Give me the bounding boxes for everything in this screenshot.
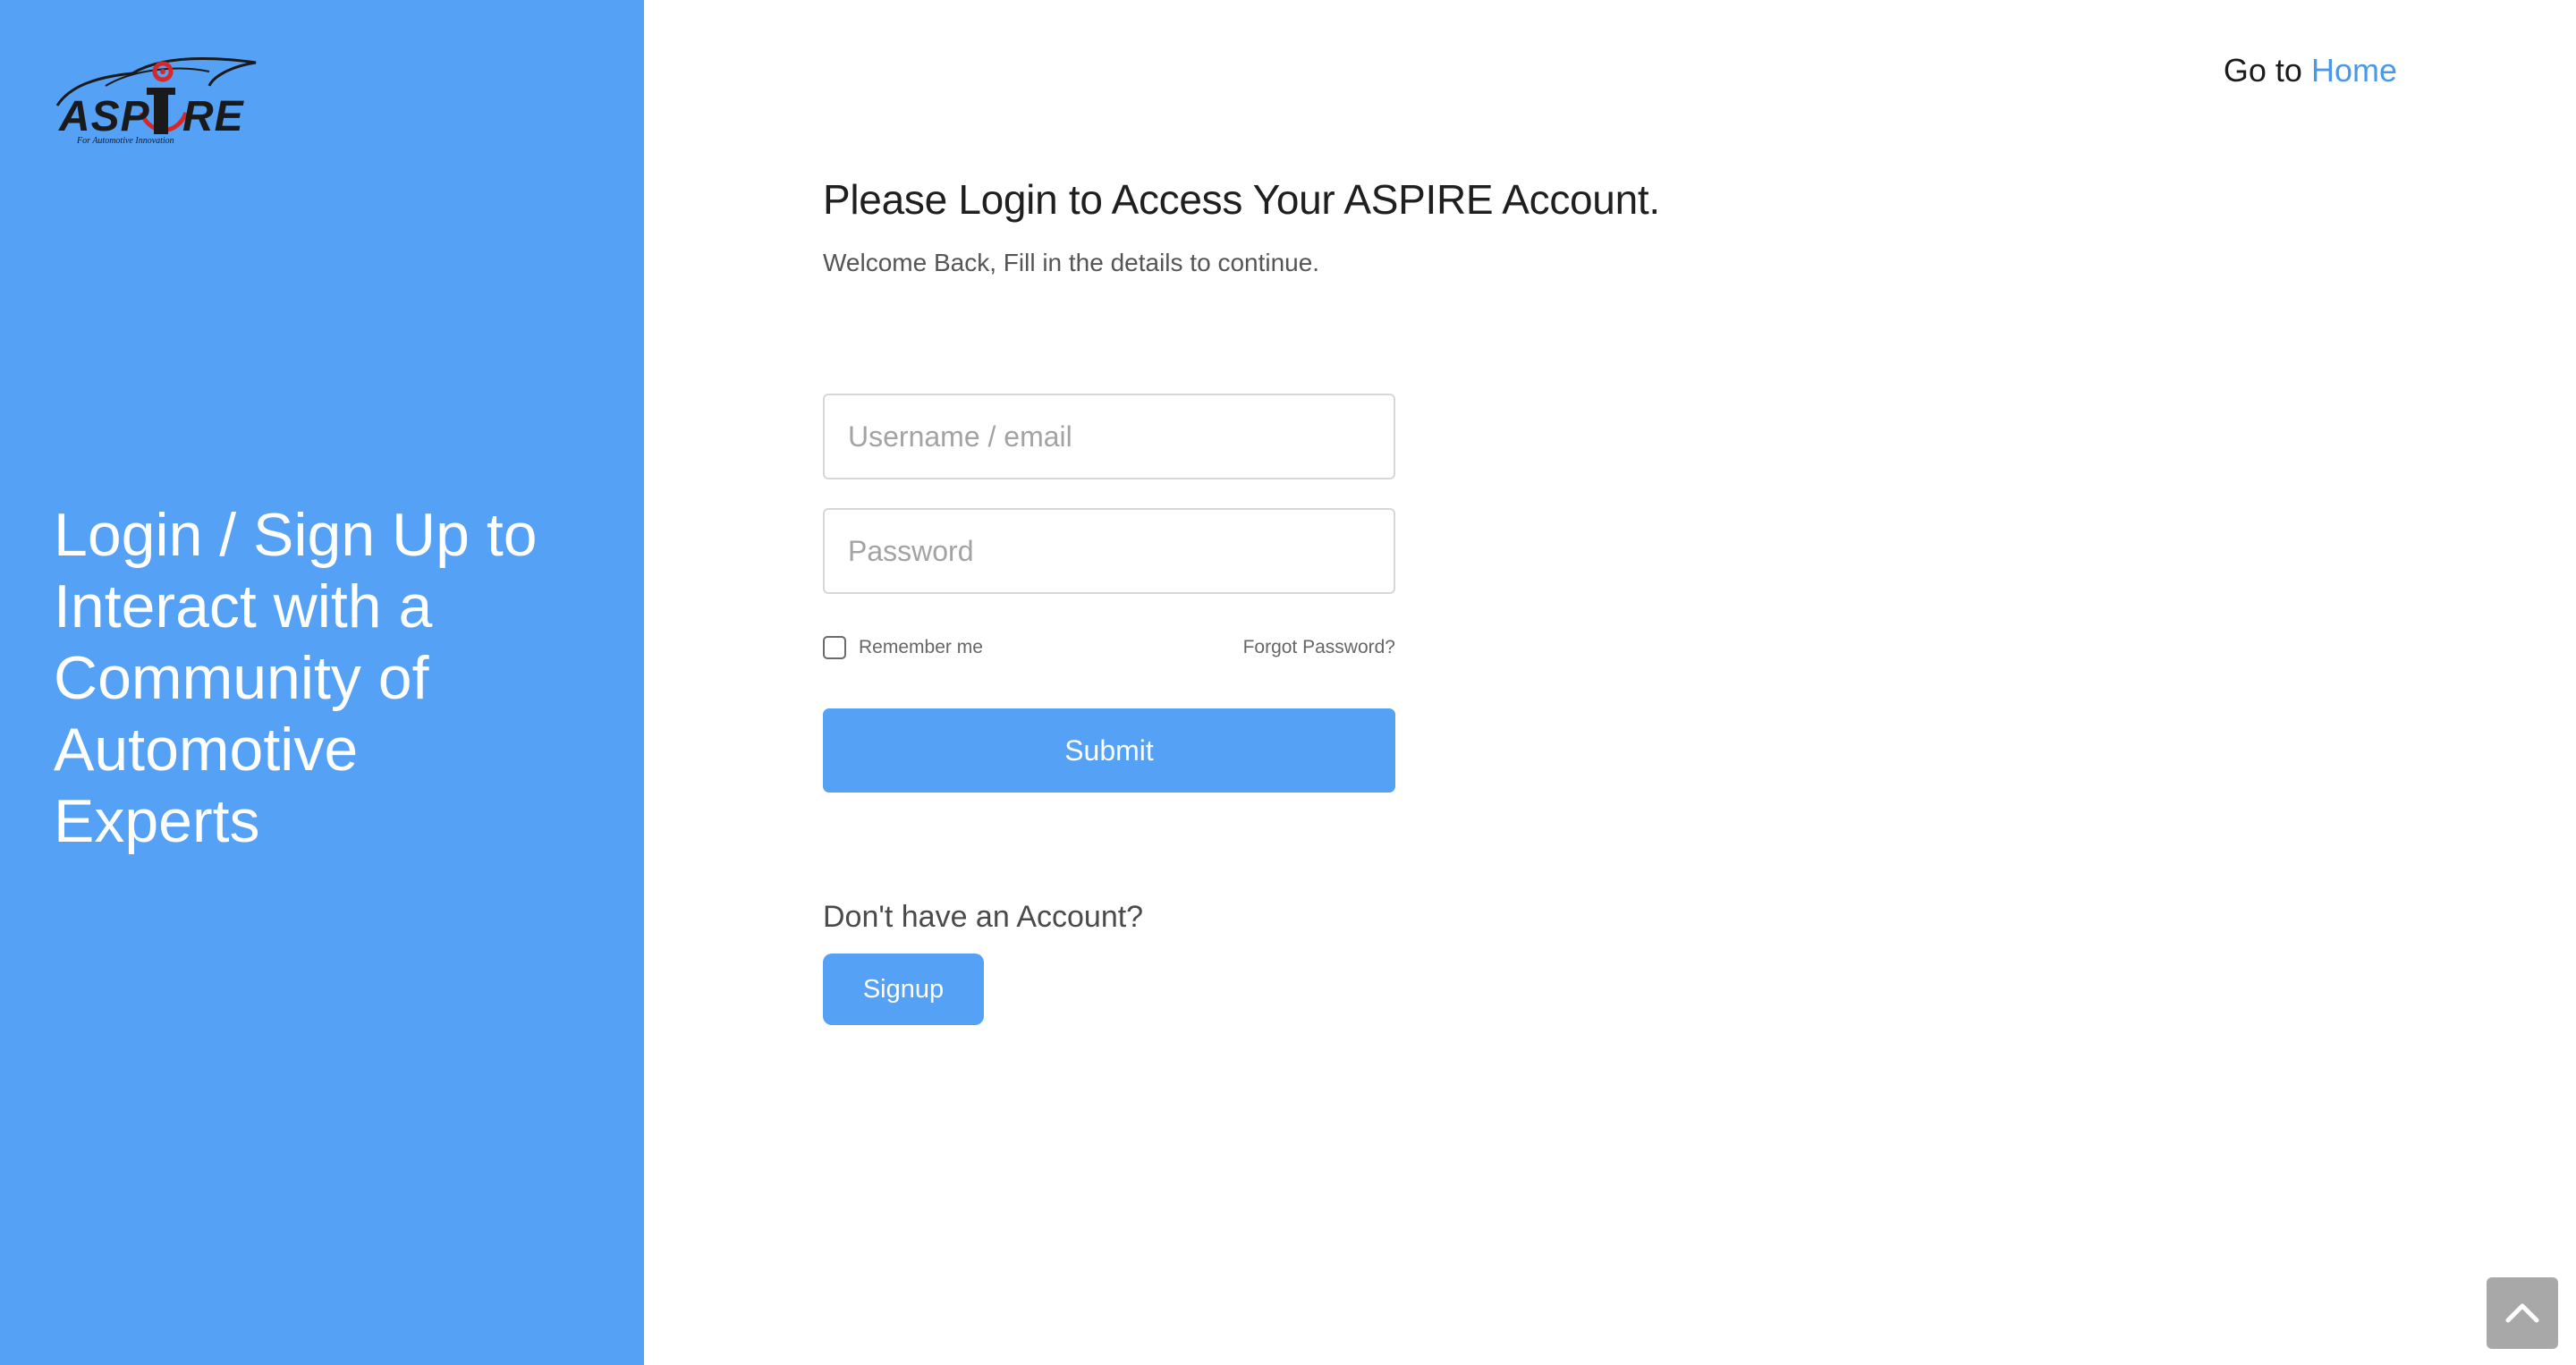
logo-text-end: RE — [182, 93, 245, 140]
username-input[interactable] — [823, 394, 1395, 479]
login-main: Go to Home Please Login to Access Your A… — [644, 0, 2576, 1365]
remember-me-checkbox[interactable] — [823, 636, 846, 659]
go-to-home: Go to Home — [2224, 52, 2397, 89]
aspire-logo-graphic: ASP RE For Automotive Innovation — [55, 57, 257, 146]
home-link[interactable]: Home — [2311, 52, 2397, 89]
go-to-prefix: Go to — [2223, 52, 2302, 89]
chevron-up-icon — [2505, 1303, 2539, 1323]
logo-tagline: For Automotive Innovation — [76, 136, 174, 146]
logo-text: ASP — [58, 93, 150, 140]
remember-me-label[interactable]: Remember me — [859, 637, 983, 658]
forgot-password-link[interactable]: Forgot Password? — [1243, 637, 1395, 658]
password-input[interactable] — [823, 508, 1395, 594]
no-account-prompt: Don't have an Account? — [823, 900, 1144, 934]
page-subtitle: Welcome Back, Fill in the details to con… — [823, 249, 1320, 276]
aspire-logo[interactable]: ASP RE For Automotive Innovation — [52, 50, 259, 148]
sidebar-headline: Login / Sign Up to Interact with a Commu… — [54, 501, 538, 855]
page-title: Please Login to Access Your ASPIRE Accou… — [823, 176, 1660, 223]
scroll-to-top-button[interactable] — [2487, 1277, 2558, 1349]
sidebar-panel: ASP RE For Automotive Innovation Login /… — [0, 0, 644, 1365]
signup-button[interactable]: Signup — [823, 954, 984, 1025]
submit-button[interactable]: Submit — [823, 708, 1395, 793]
remember-forgot-row: Remember me Forgot Password? — [823, 633, 1395, 662]
